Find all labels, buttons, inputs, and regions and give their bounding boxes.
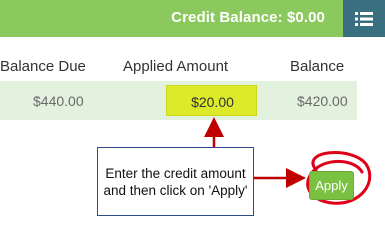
column-header-balance: Balance bbox=[290, 58, 345, 75]
list-icon bbox=[355, 11, 373, 26]
applied-amount-value: $20.00 bbox=[191, 94, 234, 110]
balance-due-value: $440.00 bbox=[33, 93, 84, 109]
instruction-callout: Enter the credit amount and then click o… bbox=[97, 147, 254, 216]
header-bar: Credit Balance: $0.00 bbox=[0, 0, 385, 37]
callout-text: Enter the credit amount and then click o… bbox=[103, 165, 248, 198]
applied-amount-input[interactable]: $20.00 bbox=[166, 85, 257, 116]
table-row: $440.00 $20.00 $420.00 bbox=[0, 81, 357, 120]
column-header-balance-due: Balance Due bbox=[0, 58, 86, 75]
credit-balance: Credit Balance: $0.00 bbox=[171, 9, 325, 26]
menu-button[interactable] bbox=[343, 0, 385, 37]
apply-button[interactable]: Apply bbox=[309, 171, 354, 200]
balance-value: $420.00 bbox=[297, 93, 348, 109]
column-header-applied-amount: Applied Amount bbox=[123, 58, 229, 75]
